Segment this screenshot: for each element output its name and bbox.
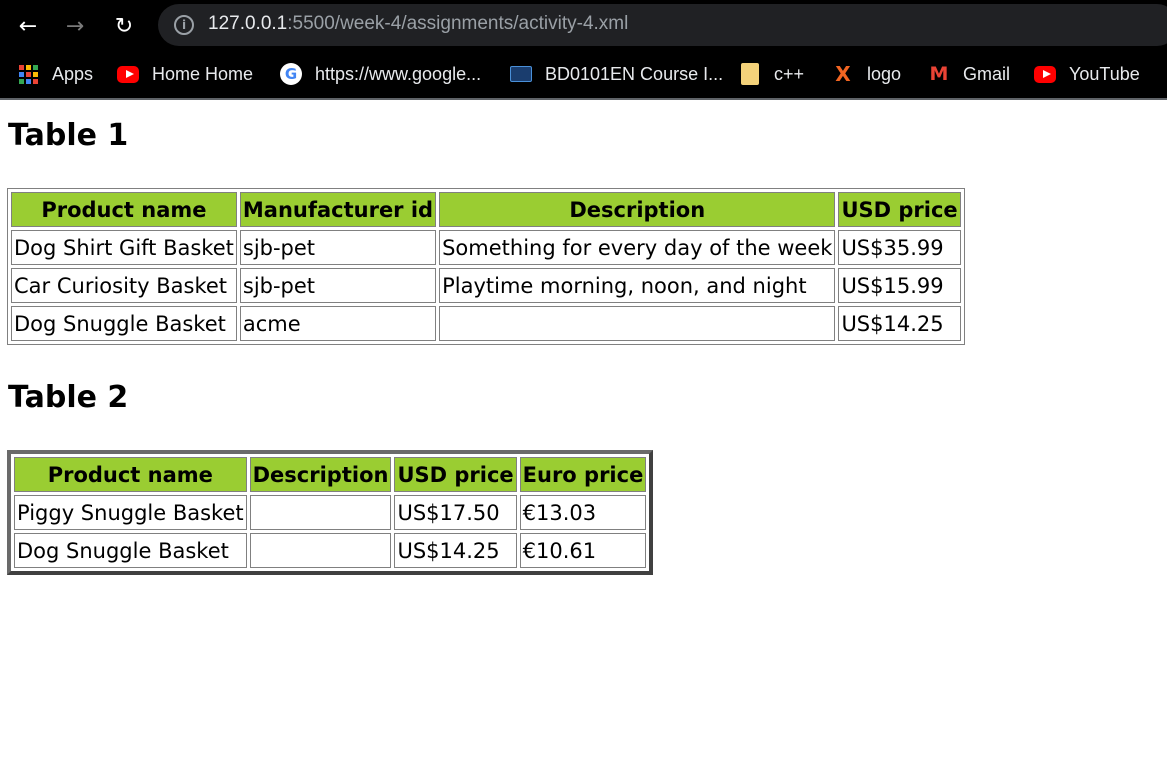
column-header: Product name	[11, 192, 237, 227]
usd-price-cell: US$15.99	[838, 268, 961, 303]
bookmark-youtube[interactable]: YouTube	[1034, 62, 1140, 86]
euro-price-cell: €13.03	[519, 495, 647, 530]
euro-price-cell: €10.61	[519, 533, 647, 568]
table-row: Dog Snuggle Basket acme US$14.25	[11, 306, 961, 341]
page-content: Table 1 Product name Manufacturer id Des…	[0, 102, 1167, 759]
bookmark-label: Apps	[52, 63, 94, 84]
product-name-cell: Piggy Snuggle Basket	[14, 495, 247, 530]
usd-price-cell: US$14.25	[394, 533, 517, 568]
usd-price-cell: US$14.25	[838, 306, 961, 341]
column-header: Description	[439, 192, 836, 227]
description-cell	[249, 533, 392, 568]
table-row: Dog Shirt Gift Basket sjb-pet Something …	[11, 230, 961, 265]
bookmark-logo[interactable]: X logo	[832, 62, 901, 86]
usd-price-cell: US$35.99	[838, 230, 961, 265]
table1: Product name Manufacturer id Description…	[7, 188, 965, 345]
address-bar[interactable]: i 127.0.0.1:5500/week-4/assignments/acti…	[158, 4, 1167, 46]
bookmark-label: BD0101EN Course I...	[545, 63, 724, 84]
url-host: 127.0.0.1	[208, 13, 288, 34]
bookmark-label: logo	[867, 63, 902, 84]
table-header-row: Product name Manufacturer id Description…	[11, 192, 961, 227]
folder-icon	[739, 63, 761, 85]
table-header-row: Product name Description USD price Euro …	[14, 457, 647, 492]
bookmark-home-home[interactable]: Home Home	[117, 62, 253, 86]
description-cell: Something for every day of the week	[439, 230, 836, 265]
table1-heading: Table 1	[8, 118, 129, 153]
column-header: USD price	[394, 457, 517, 492]
forward-arrow-icon[interactable]: →	[58, 9, 92, 43]
google-icon: G	[280, 63, 302, 85]
bookmark-course[interactable]: BD0101EN Course I...	[510, 62, 723, 86]
bookmark-label: c++	[774, 63, 805, 84]
youtube-icon	[1034, 63, 1056, 85]
description-cell	[439, 306, 836, 341]
browser-toolbar: ← → ↻ i 127.0.0.1:5500/week-4/assignment…	[0, 0, 1167, 50]
description-cell	[249, 495, 392, 530]
x-logo-icon: X	[835, 62, 851, 86]
bookmark-label: https://www.google...	[315, 63, 482, 84]
column-header: Product name	[14, 457, 247, 492]
bookmark-label: Home Home	[152, 63, 254, 84]
course-icon	[510, 63, 532, 85]
apps-grid-icon	[17, 63, 39, 85]
manufacturer-id-cell: acme	[239, 306, 437, 341]
bookmark-google[interactable]: G https://www.google...	[280, 62, 481, 86]
table2: Product name Description USD price Euro …	[7, 450, 654, 575]
bookmark-label: YouTube	[1069, 63, 1140, 84]
column-header: Manufacturer id	[239, 192, 437, 227]
bookmarks-bar: Apps Home Home G https://www.google... B…	[0, 50, 1167, 100]
table-row: Piggy Snuggle Basket US$17.50 €13.03	[14, 495, 647, 530]
youtube-icon	[117, 63, 139, 85]
column-header: Euro price	[519, 457, 647, 492]
url-path: :5500/week-4/assignments/activity-4.xml	[287, 13, 629, 34]
description-cell: Playtime morning, noon, and night	[439, 268, 836, 303]
gmail-icon: M	[929, 63, 949, 85]
product-name-cell: Car Curiosity Basket	[11, 268, 237, 303]
site-info-icon[interactable]: i	[174, 15, 194, 35]
bookmark-gmail[interactable]: M Gmail	[928, 62, 1010, 86]
column-header: USD price	[838, 192, 961, 227]
manufacturer-id-cell: sjb-pet	[239, 230, 437, 265]
product-name-cell: Dog Snuggle Basket	[11, 306, 237, 341]
column-header: Description	[249, 457, 392, 492]
manufacturer-id-cell: sjb-pet	[239, 268, 437, 303]
table-row: Car Curiosity Basket sjb-pet Playtime mo…	[11, 268, 961, 303]
table2-heading: Table 2	[8, 380, 129, 415]
usd-price-cell: US$17.50	[394, 495, 517, 530]
reload-icon[interactable]: ↻	[107, 9, 141, 43]
product-name-cell: Dog Shirt Gift Basket	[11, 230, 237, 265]
product-name-cell: Dog Snuggle Basket	[14, 533, 247, 568]
bookmark-label: Gmail	[963, 63, 1011, 84]
bookmark-cpp[interactable]: c++	[739, 62, 804, 86]
bookmark-apps[interactable]: Apps	[17, 62, 93, 86]
table-row: Dog Snuggle Basket US$14.25 €10.61	[14, 533, 647, 568]
url-text[interactable]: 127.0.0.1:5500/week-4/assignments/activi…	[208, 13, 628, 35]
back-arrow-icon[interactable]: ←	[11, 9, 45, 43]
